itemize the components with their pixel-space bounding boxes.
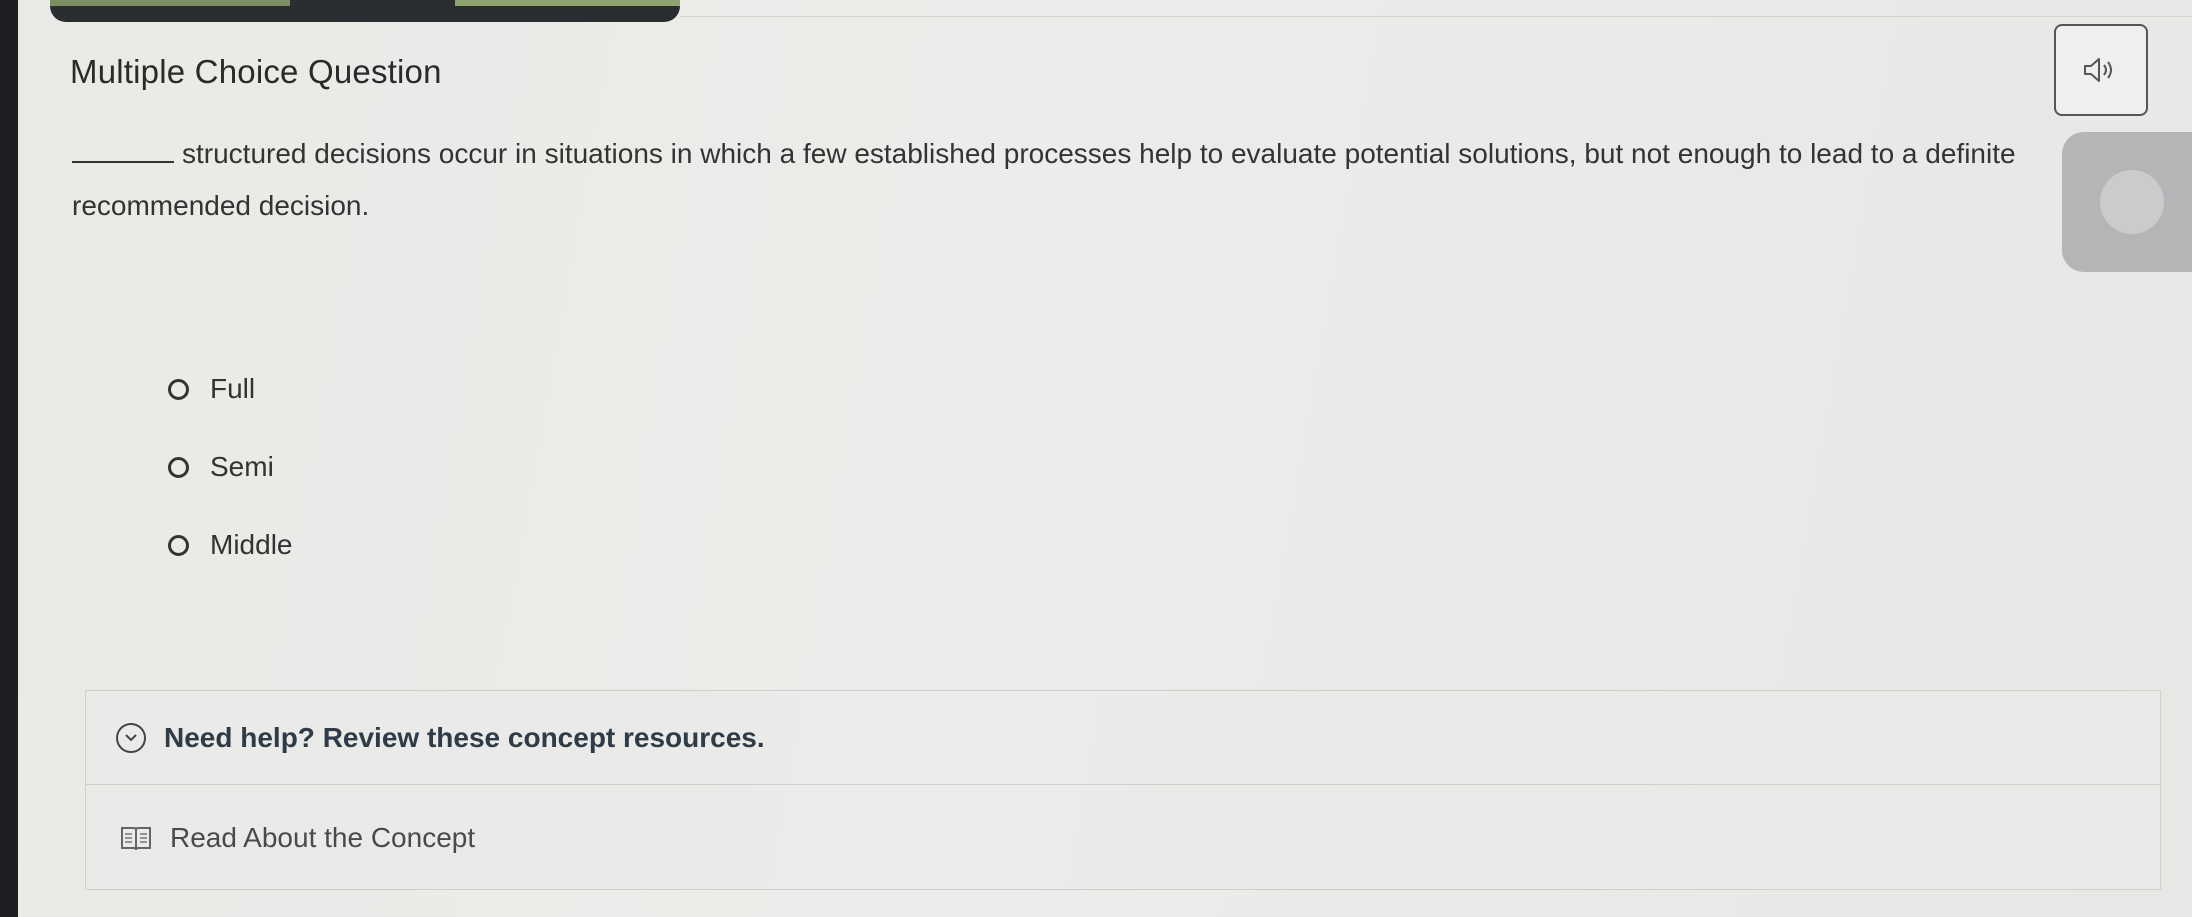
concept-resources-panel: Need help? Review these concept resource… — [85, 690, 2161, 890]
read-aloud-button[interactable] — [2054, 24, 2148, 116]
radio-button[interactable] — [168, 456, 189, 478]
question-text: structured decisions occur in situations… — [72, 138, 2016, 221]
option-label: Semi — [210, 451, 274, 482]
radio-button[interactable] — [168, 534, 189, 556]
option-label: Full — [210, 373, 256, 404]
answer-blank — [72, 141, 174, 163]
concept-resources-toggle[interactable]: Need help? Review these concept resource… — [86, 691, 2160, 785]
chevron-down-icon — [116, 722, 146, 753]
question-type-title: Multiple Choice Question — [70, 53, 442, 90]
screen-bezel — [0, 0, 18, 917]
question-prompt: structured decisions occur in situations… — [72, 128, 2142, 232]
option-full[interactable]: Full — [168, 373, 255, 405]
resource-label: Read About the Concept — [170, 822, 476, 853]
option-middle[interactable]: Middle — [168, 529, 292, 561]
radio-button[interactable] — [168, 378, 189, 400]
concept-resources-title: Need help? Review these concept resource… — [164, 721, 765, 753]
top-banner-strip — [50, 0, 680, 22]
speaker-icon — [2084, 58, 2112, 82]
option-label: Middle — [210, 529, 293, 560]
option-semi[interactable]: Semi — [168, 451, 274, 483]
book-icon — [121, 827, 151, 851]
top-divider — [680, 16, 2192, 17]
read-about-concept-link[interactable]: Read About the Concept — [86, 785, 2160, 891]
